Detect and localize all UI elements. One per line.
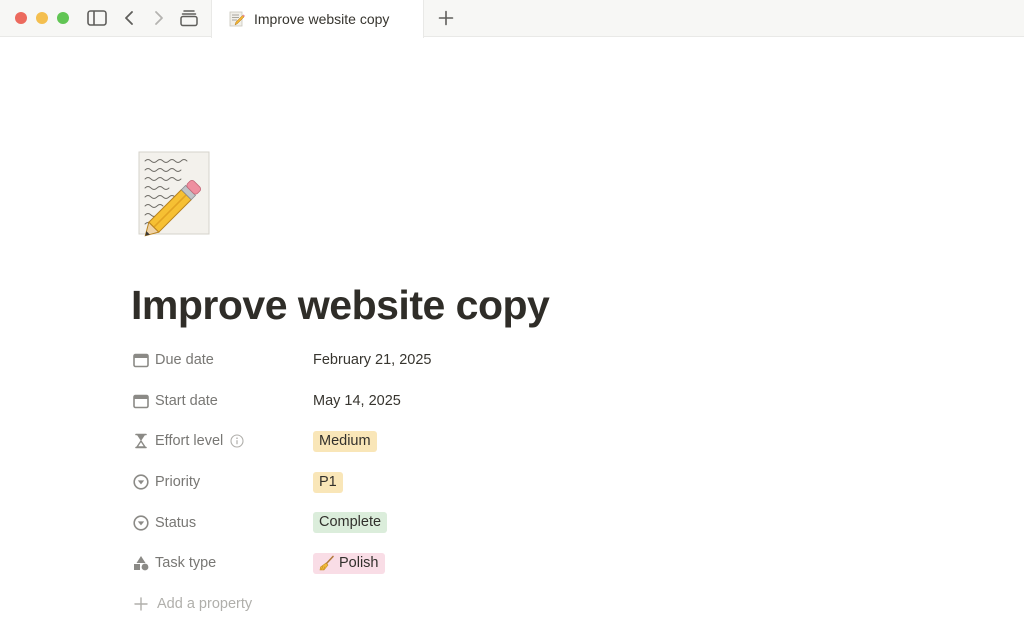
property-name[interactable]: Start date [133, 393, 313, 409]
broom-icon [319, 555, 335, 571]
shapes-icon [133, 555, 149, 571]
task-type-tag[interactable]: Polish [313, 552, 385, 574]
page-title[interactable]: Improve website copy [131, 282, 550, 329]
priority-tag[interactable]: P1 [313, 471, 343, 493]
calendar-icon [133, 393, 149, 409]
add-property-label-wrap[interactable]: Add a property [133, 596, 313, 612]
info-icon[interactable] [230, 434, 244, 449]
back-arrow-icon[interactable] [117, 7, 141, 29]
property-effort-level[interactable]: Effort level Medium [133, 421, 733, 462]
select-circle-icon [133, 515, 149, 531]
add-property-label: Add a property [157, 595, 253, 612]
app-window: Improve website copy Improve website cop… [0, 0, 1024, 639]
add-property-button[interactable]: Add a property [133, 584, 733, 625]
status-tag[interactable]: Complete [313, 512, 388, 534]
tab-overview-icon[interactable] [177, 7, 201, 29]
effort-level-tag[interactable]: Medium [313, 430, 377, 452]
minimize-window-button[interactable] [36, 12, 48, 24]
property-label: Effort level [155, 433, 224, 450]
title-bar: Improve website copy [0, 0, 1024, 38]
select-circle-icon [133, 474, 149, 490]
close-window-button[interactable] [15, 12, 27, 24]
tab-title: Improve website copy [254, 11, 390, 27]
property-priority[interactable]: Priority P1 [133, 462, 733, 503]
property-due-date[interactable]: Due date February 21, 2025 [133, 340, 733, 381]
memo-icon [229, 11, 245, 27]
property-label: Status [155, 514, 197, 531]
property-name[interactable]: Due date [133, 352, 313, 368]
sidebar-toggle-icon[interactable] [85, 7, 109, 29]
property-name[interactable]: Effort level [133, 433, 313, 449]
forward-arrow-icon[interactable] [147, 7, 171, 29]
property-status[interactable]: Status Complete [133, 502, 733, 543]
property-name[interactable]: Task type [133, 555, 313, 571]
new-tab-plus-icon[interactable] [434, 7, 458, 29]
zoom-window-button[interactable] [57, 12, 69, 24]
properties-list: Due date February 21, 2025 Start date Ma… [133, 340, 733, 624]
plus-icon [133, 596, 149, 612]
property-name[interactable]: Status [133, 515, 313, 531]
memo-pencil-icon[interactable] [133, 148, 217, 240]
property-label: Due date [155, 352, 214, 369]
calendar-icon [133, 352, 149, 368]
property-label: Task type [155, 555, 217, 572]
property-label: Priority [155, 474, 201, 491]
property-start-date[interactable]: Start date May 14, 2025 [133, 381, 733, 422]
property-label: Start date [155, 392, 218, 409]
task-type-label: Polish [339, 554, 379, 571]
start-date-value[interactable]: May 14, 2025 [313, 393, 401, 409]
tab-improve-website-copy[interactable]: Improve website copy [211, 0, 424, 38]
due-date-value[interactable]: February 21, 2025 [313, 352, 432, 368]
property-name[interactable]: Priority [133, 474, 313, 490]
hourglass-icon [133, 433, 149, 449]
property-task-type[interactable]: Task type Polish [133, 543, 733, 584]
